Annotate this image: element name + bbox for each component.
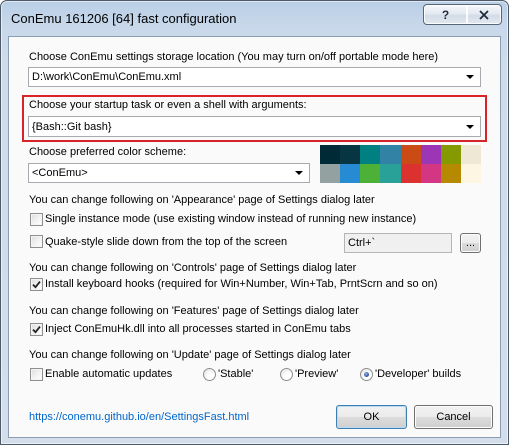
radio-preview-label[interactable]: 'Preview' — [295, 367, 338, 381]
auto-updates-label[interactable]: Enable automatic updates — [45, 367, 172, 381]
storage-location-label: Choose ConEmu settings storage location … — [29, 51, 439, 63]
color-scheme-value: <ConEmu> — [32, 167, 88, 179]
single-instance-label[interactable]: Single instance mode (use existing windo… — [45, 212, 416, 226]
cancel-button[interactable]: Cancel — [414, 405, 493, 429]
palette-swatch-6 — [440, 145, 461, 164]
palette-swatch-2 — [360, 145, 381, 164]
palette-swatch-8 — [320, 164, 341, 183]
palette-swatch-14 — [440, 164, 461, 183]
palette-swatch-1 — [340, 145, 361, 164]
help-button[interactable]: ? — [423, 4, 468, 25]
radio-developer[interactable] — [360, 368, 373, 381]
auto-updates-checkbox[interactable] — [30, 368, 43, 381]
controls-heading: You can change following on 'Controls' p… — [29, 262, 357, 274]
window-title: ConEmu 161206 [64] fast configuration — [11, 11, 237, 26]
startup-task-value: {Bash::Git bash} — [32, 120, 112, 133]
startup-task-dropdown[interactable]: {Bash::Git bash} — [28, 116, 481, 137]
radio-preview[interactable] — [280, 368, 293, 381]
chevron-down-icon[interactable] — [295, 171, 303, 175]
dialog-client-area: Choose ConEmu settings storage location … — [8, 36, 501, 438]
palette-swatch-15 — [460, 164, 481, 183]
palette-swatch-3 — [380, 145, 401, 164]
radio-stable[interactable] — [203, 368, 216, 381]
quake-style-checkbox[interactable] — [30, 235, 43, 248]
appearance-heading: You can change following on 'Appearance'… — [29, 194, 375, 206]
palette-swatch-0 — [320, 145, 341, 164]
ok-button[interactable]: OK — [336, 405, 407, 429]
quake-hotkey-field[interactable]: Ctrl+` — [344, 233, 452, 253]
chevron-down-icon[interactable] — [466, 124, 474, 129]
radio-developer-label[interactable]: 'Developer' builds — [375, 367, 461, 381]
color-scheme-label: Choose preferred color scheme: — [29, 146, 187, 158]
radio-stable-label[interactable]: 'Stable' — [218, 367, 253, 381]
palette-swatch-7 — [460, 145, 481, 164]
palette-swatch-4 — [400, 145, 421, 164]
hotkey-browse-button[interactable]: ... — [460, 233, 481, 253]
update-heading: You can change following on 'Update' pag… — [29, 349, 351, 361]
storage-location-dropdown[interactable]: D:\work\ConEmu\ConEmu.xml — [28, 67, 481, 87]
close-button[interactable] — [467, 4, 502, 25]
quake-style-label[interactable]: Quake-style slide down from the top of t… — [45, 235, 287, 249]
palette-swatch-13 — [420, 164, 441, 183]
checkmark-icon — [32, 326, 41, 334]
keyboard-hooks-checkbox[interactable] — [30, 278, 43, 291]
keyboard-hooks-label[interactable]: Install keyboard hooks (required for Win… — [45, 277, 438, 291]
storage-location-value: D:\work\ConEmu\ConEmu.xml — [32, 71, 182, 83]
settings-help-link[interactable]: https://conemu.github.io/en/SettingsFast… — [29, 410, 249, 424]
inject-hook-label[interactable]: Inject ConEmuHk.dll into all processes s… — [45, 322, 351, 336]
radio-dot — [364, 372, 369, 377]
palette-swatch-9 — [340, 164, 361, 183]
chevron-down-icon[interactable] — [466, 75, 474, 79]
features-heading: You can change following on 'Features' p… — [29, 305, 359, 317]
palette-swatch-5 — [420, 145, 441, 164]
dialog-window: ConEmu 161206 [64] fast configuration ? … — [0, 0, 509, 445]
startup-task-label: Choose your startup task or even a shell… — [29, 99, 307, 111]
inject-hook-checkbox[interactable] — [30, 323, 43, 336]
palette-swatch-12 — [400, 164, 421, 183]
palette-swatch-10 — [360, 164, 381, 183]
palette-swatch-11 — [380, 164, 401, 183]
single-instance-checkbox[interactable] — [30, 213, 43, 226]
checkmark-icon — [32, 281, 41, 289]
color-palette-preview — [320, 145, 481, 183]
color-scheme-dropdown[interactable]: <ConEmu> — [28, 163, 310, 183]
close-icon — [479, 9, 489, 20]
help-icon: ? — [441, 7, 450, 22]
quake-hotkey-value: Ctrl+` — [348, 237, 376, 249]
